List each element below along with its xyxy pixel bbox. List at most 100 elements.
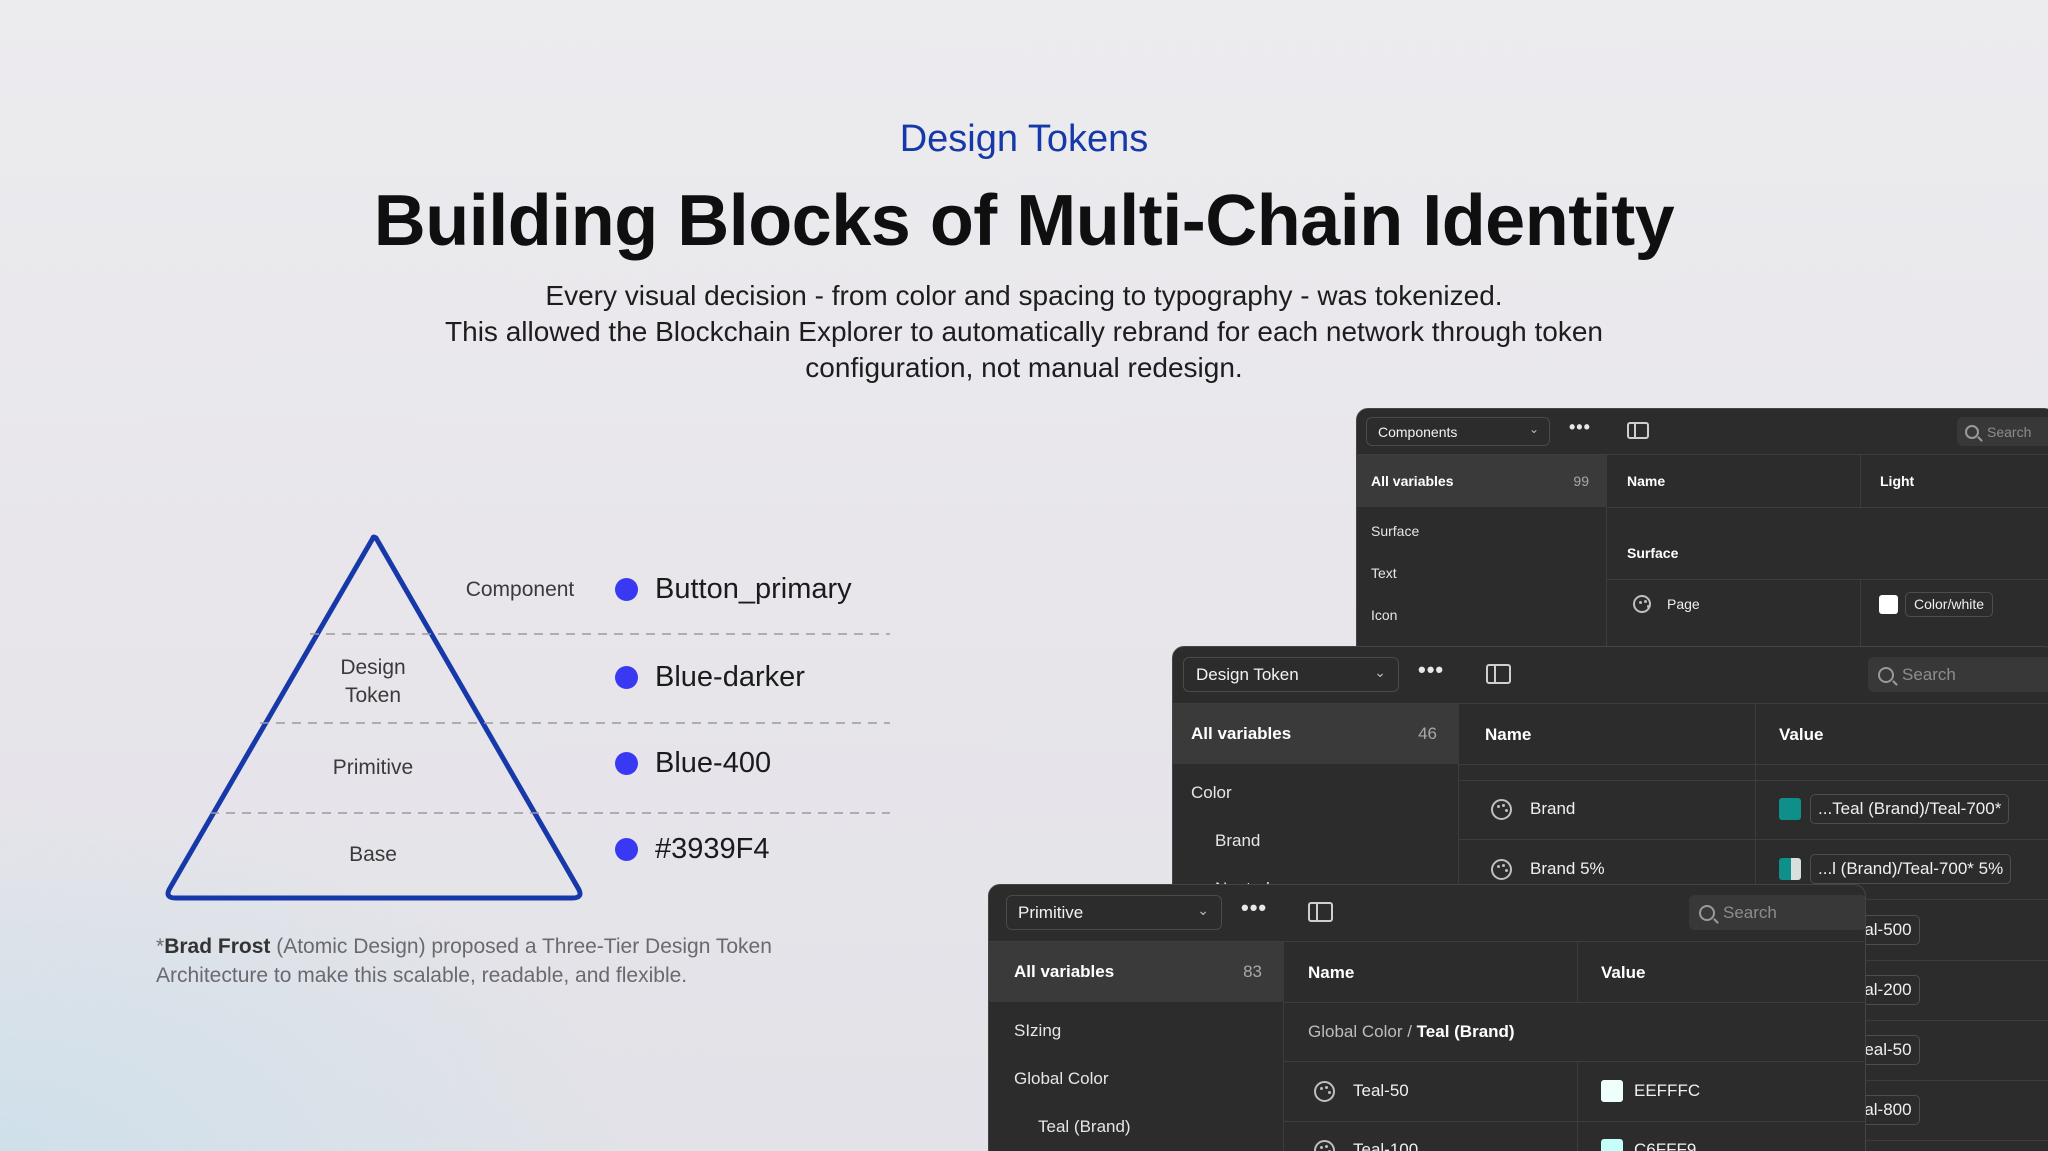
color-swatch [1601,1080,1623,1102]
more-options-icon[interactable]: ••• [1418,657,1444,683]
palette-icon [1314,1080,1335,1102]
more-options-icon[interactable]: ••• [1241,895,1267,921]
variable-row-value[interactable]: EEFFFC [1601,1075,1700,1107]
search-placeholder: Search [1902,664,1956,684]
column-header-name: Name [1485,725,1532,744]
palette-icon [1491,798,1512,820]
section-title: Surface [1627,545,1679,561]
column-divider [1860,455,1861,507]
column-header-mode: Light [1880,473,1915,489]
variable-name: Teal-100 [1353,1140,1419,1151]
column-header-value: Value [1779,725,1824,744]
variable-count: 83 [1243,962,1262,981]
all-variables-label: All variables [1191,724,1292,743]
sidebar-group[interactable]: Icon [1371,607,1397,623]
group-breadcrumb: Global Color / Teal (Brand) [1308,1022,1515,1042]
variable-name: Brand [1530,799,1576,818]
variable-row-name[interactable]: Teal-50 [1314,1075,1409,1107]
token-example-component: Button_primary [615,573,852,606]
sidebar-group[interactable]: SIzing [1014,1021,1061,1041]
sidebar-group[interactable]: Color [1191,783,1232,803]
tier-label-base: Base [349,843,397,866]
row-divider [1607,579,2048,580]
sidebar-toggle-icon[interactable] [1308,902,1333,922]
column-header-name: Name [1627,473,1666,489]
search-icon [1699,904,1715,921]
token-example-design-token: Blue-darker [615,661,805,694]
panel-toolbar: Design Token ⌄ ••• Search [1173,647,2048,704]
footnote-text: (Atomic Design) proposed a Three-Tier De… [270,935,772,958]
collection-dropdown[interactable]: Components ⌄ [1366,417,1550,446]
footnote-mark: * [156,935,165,958]
tier-label-design: Design [340,656,406,679]
panel-toolbar: Components ⌄ ••• Search [1357,409,2048,455]
sidebar-group[interactable]: Surface [1371,523,1419,539]
variable-row-name[interactable]: Page [1633,587,1700,621]
row-divider [1459,839,2048,840]
palette-icon [1633,595,1651,613]
search-icon [1965,424,1979,439]
tier-label-token: Token [344,684,402,707]
more-options-icon[interactable]: ••• [1569,417,1591,438]
all-variables-label: All variables [1371,473,1454,489]
sidebar-group[interactable]: Brand [1215,831,1260,851]
row-divider [1284,1061,1865,1062]
search-placeholder: Search [1723,902,1777,922]
variable-row-name[interactable]: Brand [1491,793,1575,825]
column-divider [1577,942,1578,1002]
value-pill: ...Teal (Brand)/Teal-700* [1810,794,2010,824]
variable-row-value[interactable]: C6FFF9 [1601,1134,1696,1151]
token-dot [615,666,638,689]
token-dot [615,838,638,861]
header-divider [1607,507,2048,508]
token-name: Blue-400 [655,747,772,779]
collection-name: Components [1378,423,1458,440]
hex-value: EEFFFC [1634,1081,1701,1100]
color-swatch [1879,594,1898,614]
variable-row-name[interactable]: Teal-100 [1314,1134,1418,1151]
chevron-down-icon: ⌄ [1528,422,1539,436]
sidebar-toggle-icon[interactable] [1627,422,1649,439]
components-variables-panel: Components ⌄ ••• Search All variables 99… [1356,408,2048,660]
sidebar-item-all-variables[interactable]: All variables 99 [1357,455,1607,507]
search-input[interactable]: Search [1957,417,2048,446]
row-divider [1459,780,2048,781]
collection-name: Primitive [1018,902,1084,922]
primitive-variables-panel: Primitive ⌄ ••• Search All variables 83 … [988,884,1866,1151]
variable-row-value[interactable]: ...l (Brand)/Teal-700* 5% [1779,853,2012,885]
sidebar-group[interactable]: Teal (Brand) [1038,1117,1131,1137]
token-name: #3939F4 [655,833,770,865]
token-pyramid: Component Design Token Primitive Base Bu… [160,530,900,910]
token-example-base: #3939F4 [615,833,770,866]
lead-line: configuration, not manual redesign. [805,352,1243,383]
value-pill: ...l (Brand)/Teal-700* 5% [1810,854,2012,884]
variable-name: Page [1667,596,1700,612]
search-icon [1878,666,1894,683]
sidebar-toggle-icon[interactable] [1486,664,1511,684]
sidebar-item-all-variables[interactable]: All variables 46 [1173,704,1459,764]
breadcrumb-current: Teal (Brand) [1416,1022,1515,1041]
color-swatch [1779,858,1801,880]
collection-dropdown[interactable]: Primitive ⌄ [1006,895,1222,930]
sidebar-group[interactable]: Text [1371,565,1397,581]
token-example-primitive: Blue-400 [615,747,771,780]
sidebar-group[interactable]: Global Color [1014,1069,1109,1089]
search-input[interactable]: Search [1868,657,2048,692]
all-variables-label: All variables [1014,962,1115,981]
lead-paragraph: Every visual decision - from color and s… [440,278,1608,386]
variable-row-value[interactable]: Color/white [1879,590,1994,618]
sidebar-item-all-variables[interactable]: All variables 83 [989,942,1284,1002]
breadcrumb-parent: Global Color / [1308,1022,1417,1041]
variable-row-value[interactable]: ...Teal (Brand)/Teal-700* [1779,793,2010,825]
variable-row-name[interactable]: Brand 5% [1491,853,1605,885]
column-header-name: Name [1308,963,1355,982]
page-title: Building Blocks of Multi-Chain Identity [373,181,1675,261]
search-input[interactable]: Search [1689,895,1865,930]
collection-dropdown[interactable]: Design Token ⌄ [1183,657,1399,692]
header-divider [1459,764,2048,765]
token-dot [615,578,638,601]
hex-value: C6FFF9 [1634,1140,1697,1151]
variable-count: 99 [1573,473,1589,489]
header-divider [1284,1002,1865,1003]
token-name: Button_primary [655,573,852,605]
